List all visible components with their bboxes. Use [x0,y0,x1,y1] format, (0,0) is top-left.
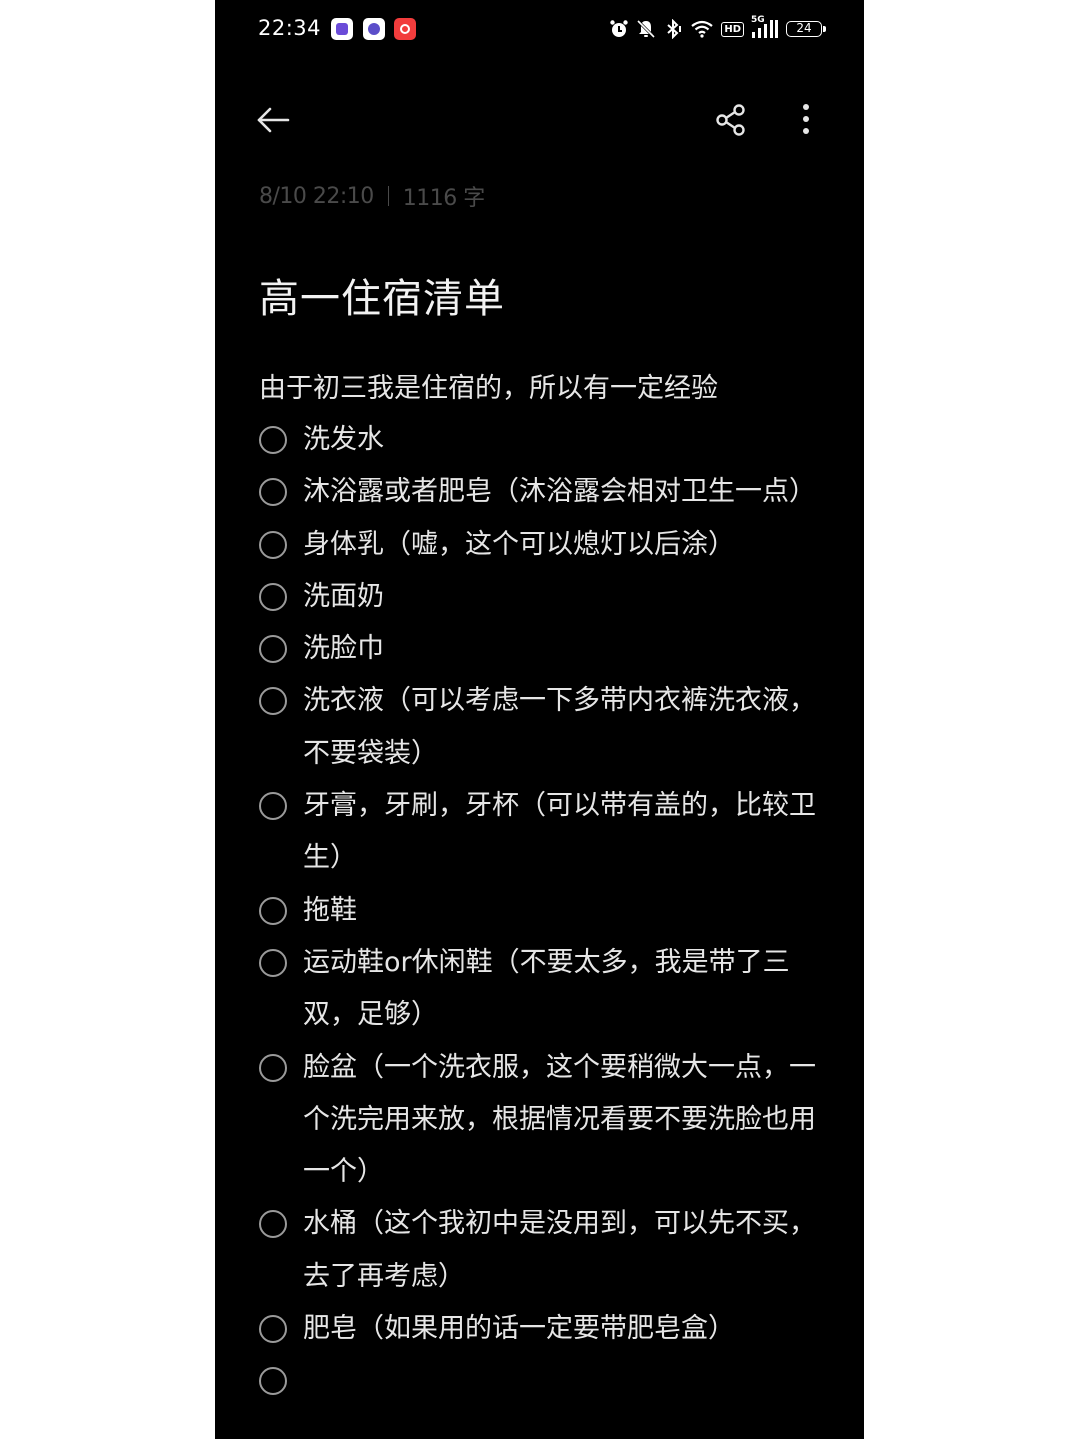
checklist-item[interactable]: 运动鞋or休闲鞋（不要太多，我是带了三双，足够） [259,937,839,1042]
checkbox-circle-icon[interactable] [259,948,287,977]
share-icon [716,104,745,136]
checklist-item[interactable]: 沐浴露或者肥皂（沐浴露会相对卫生一点） [259,466,839,518]
more-vertical-icon [803,104,809,134]
checkbox-circle-icon[interactable] [259,792,287,821]
checklist-item[interactable]: 洗衣液（可以考虑一下多带内衣裤洗衣液，不要袋装） [259,675,839,780]
signal-icon: 5G [751,15,779,40]
checkbox-circle-icon[interactable] [259,687,287,716]
phone-screen: 22:34 HD 5G 24 8/10 22:10 1116 字 高一住宿清单 … [215,0,864,1439]
checklist: 洗发水沐浴露或者肥皂（沐浴露会相对卫生一点） 身体乳（嘘，这个可以熄灯以后涂） 洗面… [259,414,839,1396]
checklist-item[interactable]: 水桶（这个我初中是没用到，可以先不买，去了再考虑） [259,1198,839,1303]
checkbox-circle-icon[interactable] [259,896,287,925]
checkbox-circle-icon[interactable] [259,1315,287,1344]
back-button[interactable] [249,96,297,144]
checkbox-circle-icon[interactable] [259,478,287,507]
checklist-item[interactable]: 洗发水 [259,414,839,466]
more-options-button[interactable] [782,96,830,144]
note-intro-text[interactable]: 由于初三我是住宿的，所以有一定经验 [259,369,718,409]
checklist-item-text[interactable]: 洗衣液（可以考虑一下多带内衣裤洗衣液，不要袋装） [303,685,816,768]
checkbox-circle-icon[interactable] [259,1210,287,1239]
note-title[interactable]: 高一住宿清单 [259,266,505,324]
checkbox-circle-icon[interactable] [259,530,287,559]
meta-divider [387,186,389,206]
status-bar: 22:34 HD 5G 24 [215,0,864,58]
notification-app-icon [331,18,353,40]
notification-app-icon [394,18,416,40]
checkbox-circle-icon[interactable] [259,1053,287,1082]
bluetooth-icon [663,19,683,39]
bottom-edge [215,1419,864,1439]
note-word-count: 1116 字 [402,186,485,211]
checklist-item[interactable]: 洗脸巾 [259,623,839,675]
hd-icon: HD [721,21,744,37]
mute-icon [636,19,656,39]
arrow-left-icon [257,107,290,133]
share-button[interactable] [707,96,755,144]
checkbox-circle-icon[interactable] [259,582,287,611]
checklist-item[interactable]: 洗面奶 [259,571,839,623]
checklist-item-text[interactable]: 洗面奶 [303,581,384,612]
checklist-item-text[interactable]: 沐浴露或者肥皂（沐浴露会相对卫生一点） [303,476,816,507]
checkbox-circle-icon[interactable] [259,1367,287,1396]
alarm-icon [609,19,629,39]
checklist-item-text[interactable]: 水桶（这个我初中是没用到，可以先不买，去了再考虑） [303,1208,816,1291]
checkbox-circle-icon[interactable] [259,426,287,454]
checklist-item[interactable]: 脸盆（一个洗衣服，这个要稍微大一点，一个洗完用来放，根据情况看要不要洗脸也用一个… [259,1042,839,1199]
checklist-item[interactable]: 肥皂（如果用的话一定要带肥皂盒） [259,1303,839,1355]
checklist-item[interactable]: 牙膏，牙刷，牙杯（可以带有盖的，比较卫生） [259,780,839,885]
checklist-item-text[interactable]: 运动鞋or休闲鞋（不要太多，我是带了三双，足够） [303,947,790,1030]
checkbox-circle-icon[interactable] [259,635,287,664]
checklist-item-text[interactable]: 拖鞋 [303,895,357,926]
checklist-item-text[interactable]: 肥皂（如果用的话一定要带肥皂盒） [303,1313,735,1344]
checklist-item-text[interactable]: 洗发水 [303,424,384,455]
status-time: 22:34 [258,16,322,40]
checklist-item-text[interactable]: 身体乳（嘘，这个可以熄灯以后涂） [303,529,735,560]
note-meta: 8/10 22:10 1116 字 [259,180,485,212]
note-timestamp: 8/10 22:10 [259,183,374,209]
checklist-item-text[interactable]: 牙膏，牙刷，牙杯（可以带有盖的，比较卫生） [303,790,816,873]
battery-icon: 24 [786,21,826,37]
checklist-item[interactable]: 拖鞋 [259,885,839,937]
checklist-item-text[interactable]: 脸盆（一个洗衣服，这个要稍微大一点，一个洗完用来放，根据情况看要不要洗脸也用一个… [303,1052,816,1188]
system-icons: HD 5G 24 [609,15,826,41]
wifi-icon [690,19,714,39]
checklist-item-text[interactable]: 洗脸巾 [303,633,384,664]
notification-app-icon [363,18,385,40]
checklist-item[interactable]: 身体乳（嘘，这个可以熄灯以后涂） [259,519,839,571]
